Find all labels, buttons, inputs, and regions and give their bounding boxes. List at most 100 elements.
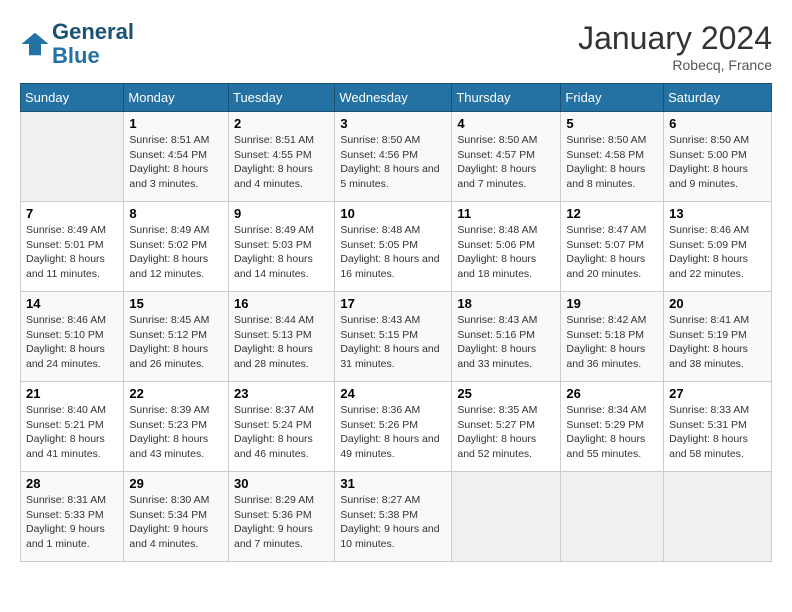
sunset-text: Sunset: 5:03 PM bbox=[234, 238, 329, 253]
calendar-cell: 23 Sunrise: 8:37 AM Sunset: 5:24 PM Dayl… bbox=[228, 382, 334, 472]
sunset-text: Sunset: 5:13 PM bbox=[234, 328, 329, 343]
sunrise-text: Sunrise: 8:43 AM bbox=[340, 313, 446, 328]
calendar-cell: 11 Sunrise: 8:48 AM Sunset: 5:06 PM Dayl… bbox=[452, 202, 561, 292]
calendar-week-row: 28 Sunrise: 8:31 AM Sunset: 5:33 PM Dayl… bbox=[21, 472, 772, 562]
day-info: Sunrise: 8:30 AM Sunset: 5:34 PM Dayligh… bbox=[129, 493, 223, 552]
day-number: 24 bbox=[340, 386, 446, 401]
calendar-cell: 14 Sunrise: 8:46 AM Sunset: 5:10 PM Dayl… bbox=[21, 292, 124, 382]
calendar-cell: 17 Sunrise: 8:43 AM Sunset: 5:15 PM Dayl… bbox=[335, 292, 452, 382]
day-info: Sunrise: 8:48 AM Sunset: 5:06 PM Dayligh… bbox=[457, 223, 555, 282]
location: Robecq, France bbox=[578, 57, 772, 73]
day-info: Sunrise: 8:50 AM Sunset: 4:57 PM Dayligh… bbox=[457, 133, 555, 192]
calendar-cell: 29 Sunrise: 8:30 AM Sunset: 5:34 PM Dayl… bbox=[124, 472, 229, 562]
daylight-text: Daylight: 8 hours and 8 minutes. bbox=[566, 162, 658, 191]
sunrise-text: Sunrise: 8:35 AM bbox=[457, 403, 555, 418]
calendar-cell: 26 Sunrise: 8:34 AM Sunset: 5:29 PM Dayl… bbox=[561, 382, 664, 472]
logo-text: General Blue bbox=[52, 20, 134, 68]
sunrise-text: Sunrise: 8:29 AM bbox=[234, 493, 329, 508]
sunrise-text: Sunrise: 8:39 AM bbox=[129, 403, 223, 418]
daylight-text: Daylight: 8 hours and 36 minutes. bbox=[566, 342, 658, 371]
calendar-cell: 4 Sunrise: 8:50 AM Sunset: 4:57 PM Dayli… bbox=[452, 112, 561, 202]
day-number: 12 bbox=[566, 206, 658, 221]
calendar-cell: 9 Sunrise: 8:49 AM Sunset: 5:03 PM Dayli… bbox=[228, 202, 334, 292]
calendar-cell: 1 Sunrise: 8:51 AM Sunset: 4:54 PM Dayli… bbox=[124, 112, 229, 202]
day-info: Sunrise: 8:31 AM Sunset: 5:33 PM Dayligh… bbox=[26, 493, 118, 552]
day-number: 13 bbox=[669, 206, 766, 221]
day-info: Sunrise: 8:46 AM Sunset: 5:10 PM Dayligh… bbox=[26, 313, 118, 372]
daylight-text: Daylight: 8 hours and 46 minutes. bbox=[234, 432, 329, 461]
calendar-cell: 8 Sunrise: 8:49 AM Sunset: 5:02 PM Dayli… bbox=[124, 202, 229, 292]
daylight-text: Daylight: 9 hours and 4 minutes. bbox=[129, 522, 223, 551]
sunrise-text: Sunrise: 8:37 AM bbox=[234, 403, 329, 418]
sunrise-text: Sunrise: 8:50 AM bbox=[669, 133, 766, 148]
calendar-table: SundayMondayTuesdayWednesdayThursdayFrid… bbox=[20, 83, 772, 562]
weekday-header: Monday bbox=[124, 84, 229, 112]
day-number: 22 bbox=[129, 386, 223, 401]
day-info: Sunrise: 8:41 AM Sunset: 5:19 PM Dayligh… bbox=[669, 313, 766, 372]
sunrise-text: Sunrise: 8:51 AM bbox=[129, 133, 223, 148]
sunrise-text: Sunrise: 8:49 AM bbox=[26, 223, 118, 238]
sunset-text: Sunset: 5:02 PM bbox=[129, 238, 223, 253]
day-number: 8 bbox=[129, 206, 223, 221]
sunrise-text: Sunrise: 8:34 AM bbox=[566, 403, 658, 418]
weekday-header: Wednesday bbox=[335, 84, 452, 112]
weekday-header: Sunday bbox=[21, 84, 124, 112]
daylight-text: Daylight: 8 hours and 12 minutes. bbox=[129, 252, 223, 281]
day-info: Sunrise: 8:40 AM Sunset: 5:21 PM Dayligh… bbox=[26, 403, 118, 462]
sunrise-text: Sunrise: 8:48 AM bbox=[340, 223, 446, 238]
day-info: Sunrise: 8:43 AM Sunset: 5:15 PM Dayligh… bbox=[340, 313, 446, 372]
day-info: Sunrise: 8:37 AM Sunset: 5:24 PM Dayligh… bbox=[234, 403, 329, 462]
daylight-text: Daylight: 8 hours and 55 minutes. bbox=[566, 432, 658, 461]
calendar-cell: 10 Sunrise: 8:48 AM Sunset: 5:05 PM Dayl… bbox=[335, 202, 452, 292]
weekday-header: Thursday bbox=[452, 84, 561, 112]
daylight-text: Daylight: 8 hours and 4 minutes. bbox=[234, 162, 329, 191]
sunrise-text: Sunrise: 8:30 AM bbox=[129, 493, 223, 508]
day-number: 26 bbox=[566, 386, 658, 401]
daylight-text: Daylight: 8 hours and 18 minutes. bbox=[457, 252, 555, 281]
calendar-cell: 30 Sunrise: 8:29 AM Sunset: 5:36 PM Dayl… bbox=[228, 472, 334, 562]
sunrise-text: Sunrise: 8:31 AM bbox=[26, 493, 118, 508]
sunset-text: Sunset: 5:27 PM bbox=[457, 418, 555, 433]
day-number: 6 bbox=[669, 116, 766, 131]
sunset-text: Sunset: 5:24 PM bbox=[234, 418, 329, 433]
day-info: Sunrise: 8:44 AM Sunset: 5:13 PM Dayligh… bbox=[234, 313, 329, 372]
sunrise-text: Sunrise: 8:50 AM bbox=[457, 133, 555, 148]
page-header: General Blue January 2024 Robecq, France bbox=[20, 20, 772, 73]
day-info: Sunrise: 8:51 AM Sunset: 4:54 PM Dayligh… bbox=[129, 133, 223, 192]
day-info: Sunrise: 8:49 AM Sunset: 5:02 PM Dayligh… bbox=[129, 223, 223, 282]
day-info: Sunrise: 8:35 AM Sunset: 5:27 PM Dayligh… bbox=[457, 403, 555, 462]
day-info: Sunrise: 8:51 AM Sunset: 4:55 PM Dayligh… bbox=[234, 133, 329, 192]
calendar-week-row: 1 Sunrise: 8:51 AM Sunset: 4:54 PM Dayli… bbox=[21, 112, 772, 202]
day-number: 25 bbox=[457, 386, 555, 401]
daylight-text: Daylight: 8 hours and 24 minutes. bbox=[26, 342, 118, 371]
sunset-text: Sunset: 5:10 PM bbox=[26, 328, 118, 343]
day-info: Sunrise: 8:45 AM Sunset: 5:12 PM Dayligh… bbox=[129, 313, 223, 372]
calendar-cell: 28 Sunrise: 8:31 AM Sunset: 5:33 PM Dayl… bbox=[21, 472, 124, 562]
sunset-text: Sunset: 5:12 PM bbox=[129, 328, 223, 343]
sunset-text: Sunset: 5:00 PM bbox=[669, 148, 766, 163]
calendar-week-row: 7 Sunrise: 8:49 AM Sunset: 5:01 PM Dayli… bbox=[21, 202, 772, 292]
day-number: 14 bbox=[26, 296, 118, 311]
day-number: 11 bbox=[457, 206, 555, 221]
day-info: Sunrise: 8:33 AM Sunset: 5:31 PM Dayligh… bbox=[669, 403, 766, 462]
day-info: Sunrise: 8:47 AM Sunset: 5:07 PM Dayligh… bbox=[566, 223, 658, 282]
sunset-text: Sunset: 5:34 PM bbox=[129, 508, 223, 523]
sunrise-text: Sunrise: 8:49 AM bbox=[234, 223, 329, 238]
day-number: 7 bbox=[26, 206, 118, 221]
daylight-text: Daylight: 8 hours and 41 minutes. bbox=[26, 432, 118, 461]
sunset-text: Sunset: 4:57 PM bbox=[457, 148, 555, 163]
sunset-text: Sunset: 5:15 PM bbox=[340, 328, 446, 343]
daylight-text: Daylight: 8 hours and 9 minutes. bbox=[669, 162, 766, 191]
calendar-week-row: 21 Sunrise: 8:40 AM Sunset: 5:21 PM Dayl… bbox=[21, 382, 772, 472]
day-number: 15 bbox=[129, 296, 223, 311]
sunset-text: Sunset: 5:38 PM bbox=[340, 508, 446, 523]
sunset-text: Sunset: 4:56 PM bbox=[340, 148, 446, 163]
sunrise-text: Sunrise: 8:51 AM bbox=[234, 133, 329, 148]
calendar-cell: 12 Sunrise: 8:47 AM Sunset: 5:07 PM Dayl… bbox=[561, 202, 664, 292]
daylight-text: Daylight: 8 hours and 7 minutes. bbox=[457, 162, 555, 191]
day-info: Sunrise: 8:34 AM Sunset: 5:29 PM Dayligh… bbox=[566, 403, 658, 462]
day-info: Sunrise: 8:49 AM Sunset: 5:03 PM Dayligh… bbox=[234, 223, 329, 282]
daylight-text: Daylight: 8 hours and 33 minutes. bbox=[457, 342, 555, 371]
day-number: 19 bbox=[566, 296, 658, 311]
sunset-text: Sunset: 5:18 PM bbox=[566, 328, 658, 343]
